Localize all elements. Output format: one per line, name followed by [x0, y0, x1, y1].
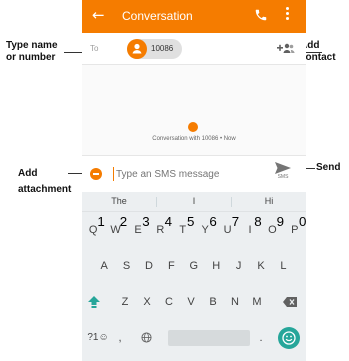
- key-v[interactable]: V: [180, 288, 202, 316]
- conversation-area: Conversation with 10086 • Now: [82, 65, 306, 155]
- annotation-type-name-line2: or number: [6, 52, 56, 63]
- soft-keyboard: The I Hi Q1W2E3R4T5Y6U7I8O9P0 ASDFGHJKL …: [82, 192, 306, 361]
- back-arrow-icon[interactable]: ←: [92, 6, 105, 24]
- key-l[interactable]: L: [272, 252, 294, 280]
- annotation-send: Send: [316, 162, 341, 173]
- annotation-add-attachment-line2: attachment: [18, 184, 72, 195]
- send-button[interactable]: SMS: [266, 160, 300, 190]
- to-label: To: [90, 44, 99, 53]
- keyboard-row-3: ZXCVBNM: [82, 288, 306, 316]
- key-d[interactable]: D: [138, 252, 160, 280]
- emoji-key[interactable]: [278, 327, 300, 349]
- smiley-icon: [282, 331, 296, 345]
- suggestion-bar: The I Hi: [82, 192, 306, 212]
- phone-call-icon[interactable]: [254, 8, 268, 22]
- annotation-type-name-line1: Type name: [6, 40, 58, 51]
- keyboard-row-4: ?1☺ , .: [82, 324, 306, 352]
- keyboard-row-1: Q1W2E3R4T5Y6U7I8O9P0: [82, 214, 307, 244]
- period-key[interactable]: .: [254, 324, 268, 352]
- phone-screen: ← Conversation To 10086 Conversation wit…: [82, 0, 306, 361]
- add-attachment-icon[interactable]: [90, 168, 102, 180]
- contact-avatar-icon: [127, 39, 147, 59]
- key-j[interactable]: J: [227, 252, 249, 280]
- globe-icon: [140, 332, 152, 343]
- shift-icon: [88, 296, 100, 308]
- recipient-row: To 10086: [82, 33, 306, 65]
- message-input[interactable]: [116, 166, 256, 182]
- page-title: Conversation: [122, 9, 193, 23]
- key-b[interactable]: B: [202, 288, 224, 316]
- annotation-add-attachment-line1: Add: [18, 168, 38, 179]
- symbols-key[interactable]: ?1☺: [86, 324, 110, 352]
- key-g[interactable]: G: [183, 252, 205, 280]
- key-n[interactable]: N: [224, 288, 246, 316]
- keyboard-row-2: ASDFGHJKL: [82, 252, 306, 280]
- recipient-chip[interactable]: 10086: [127, 39, 182, 59]
- key-z[interactable]: Z: [114, 288, 136, 316]
- key-s[interactable]: S: [115, 252, 137, 280]
- backspace-key[interactable]: [278, 288, 302, 316]
- text-cursor: [113, 167, 114, 181]
- suggestion-1[interactable]: The: [82, 196, 156, 206]
- key-x[interactable]: X: [136, 288, 158, 316]
- backspace-icon: [283, 297, 297, 307]
- conversation-avatar-icon: [188, 122, 198, 132]
- key-c[interactable]: C: [158, 288, 180, 316]
- key-k[interactable]: K: [250, 252, 272, 280]
- annotation-add-attachment: Add attachment: [18, 168, 71, 196]
- language-key[interactable]: [136, 324, 156, 352]
- suggestion-3[interactable]: Hi: [232, 196, 306, 206]
- key-a[interactable]: A: [93, 252, 115, 280]
- send-icon: [275, 162, 291, 174]
- suggestion-2[interactable]: I: [157, 196, 231, 206]
- compose-bar: SMS: [82, 155, 306, 192]
- key-hint-number: 0: [299, 214, 307, 229]
- key-f[interactable]: F: [160, 252, 182, 280]
- recipient-number: 10086: [151, 44, 174, 53]
- space-key[interactable]: [168, 330, 250, 346]
- key-h[interactable]: H: [205, 252, 227, 280]
- app-bar: ← Conversation: [82, 0, 306, 33]
- add-contact-icon[interactable]: [277, 42, 295, 56]
- more-options-icon[interactable]: [285, 6, 289, 22]
- conversation-meta: Conversation with 10086 • Now: [152, 136, 236, 142]
- send-sms-label: SMS: [277, 174, 289, 180]
- shift-key[interactable]: [84, 288, 104, 316]
- key-m[interactable]: M: [246, 288, 268, 316]
- comma-key[interactable]: ,: [113, 324, 127, 352]
- annotation-type-name: Type name or number: [6, 40, 58, 64]
